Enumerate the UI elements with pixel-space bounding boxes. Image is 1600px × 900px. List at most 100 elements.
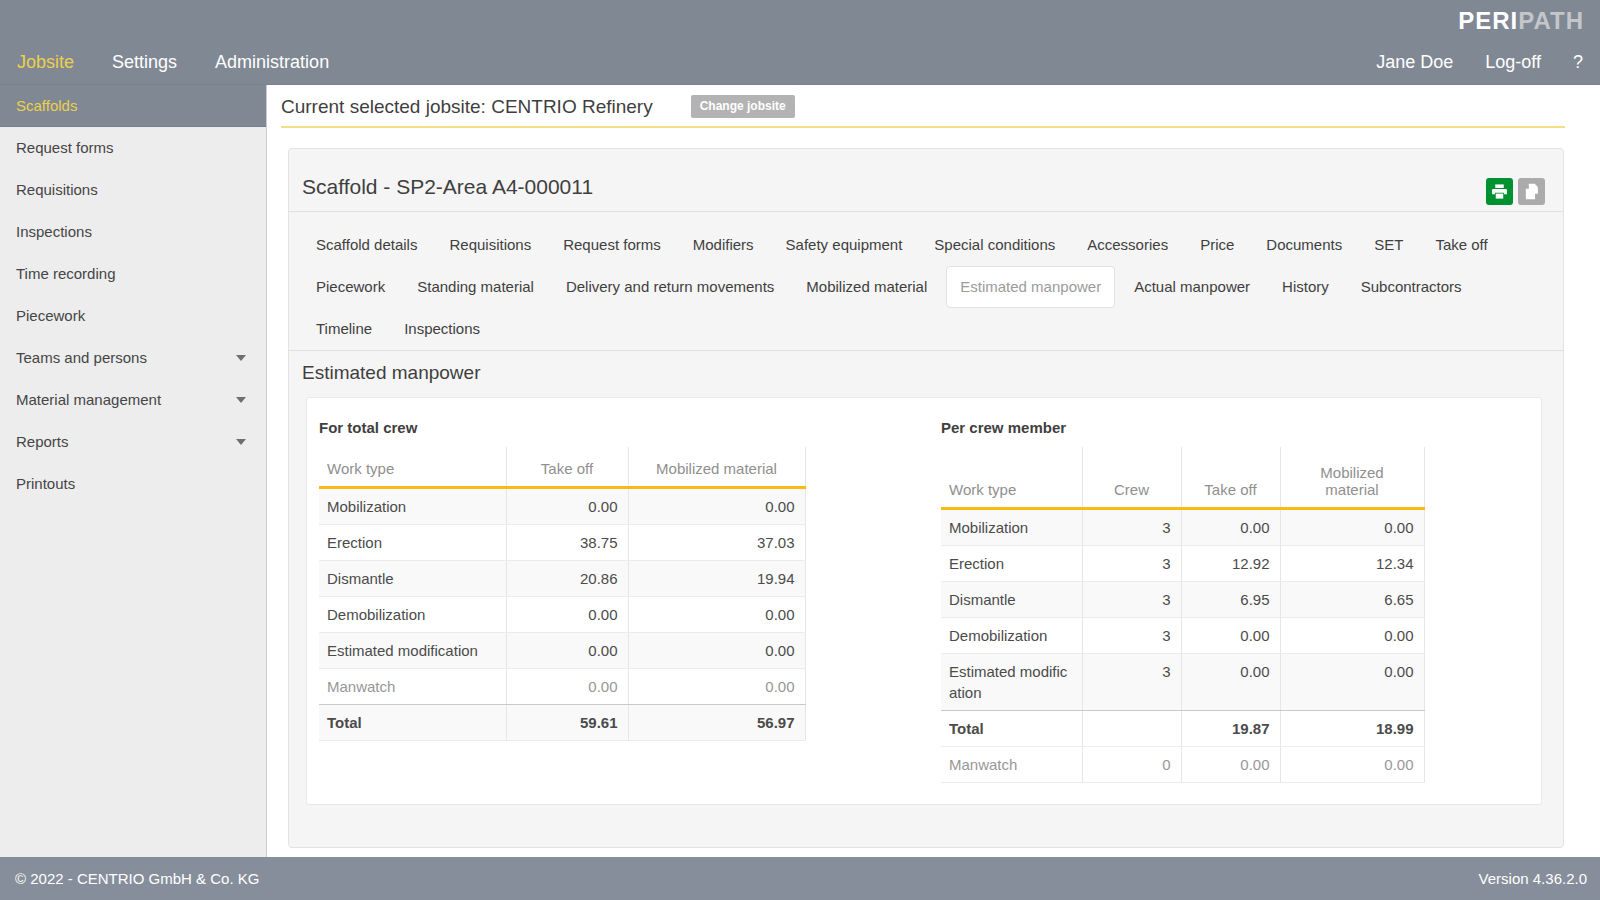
sidebar-item-request-forms[interactable]: Request forms <box>0 127 266 169</box>
sidebar-item-requisitions[interactable]: Requisitions <box>0 169 266 211</box>
table-row-dismantle: Dismantle36.956.65 <box>941 581 1424 617</box>
tabs-row: TimelineInspections <box>303 308 1549 350</box>
logoff-link[interactable]: Log-off <box>1485 52 1541 73</box>
change-jobsite-button[interactable]: Change jobsite <box>691 95 795 118</box>
tab-actual-manpower[interactable]: Actual manpower <box>1121 266 1263 308</box>
table-row-mobilization: Mobilization30.000.00 <box>941 508 1424 545</box>
chevron-down-icon <box>236 397 246 403</box>
logo-path: PATH <box>1518 7 1584 34</box>
value-cell: 37.03 <box>628 524 805 560</box>
work-type-cell: Mobilization <box>941 508 1082 545</box>
value-cell: 0.00 <box>1280 508 1424 545</box>
tabs: Scaffold detailsRequisitionsRequest form… <box>303 224 1549 350</box>
tab-request-forms[interactable]: Request forms <box>550 224 674 266</box>
nav-item-settings[interactable]: Settings <box>112 52 177 73</box>
value-cell: 0.00 <box>506 632 628 668</box>
top-bar: PERIPATH Jobsite Settings Administration J… <box>0 0 1600 85</box>
section-title: Estimated manpower <box>302 362 480 384</box>
nav-item-administration[interactable]: Administration <box>215 52 329 73</box>
column-header-mobilized-material: Mobilized material <box>628 447 805 487</box>
tab-safety-equipment[interactable]: Safety equipment <box>773 224 916 266</box>
scaffold-card: Scaffold - SP2-Area A4-000011 Scaffold d… <box>288 148 1564 848</box>
value-cell: 56.97 <box>628 704 805 740</box>
peripath-logo: PERIPATH <box>1458 7 1584 35</box>
tab-special-conditions[interactable]: Special conditions <box>921 224 1068 266</box>
sidebar-item-reports[interactable]: Reports <box>0 421 266 463</box>
card-actions <box>1486 178 1545 205</box>
table-row-mobilization: Mobilization0.000.00 <box>319 487 805 524</box>
user-name[interactable]: Jane Doe <box>1376 52 1453 73</box>
table-row-total: Total19.8718.99 <box>941 710 1424 746</box>
tab-delivery-and-return-movements[interactable]: Delivery and return movements <box>553 266 787 308</box>
tab-scaffold-details[interactable]: Scaffold details <box>303 224 430 266</box>
tab-history[interactable]: History <box>1269 266 1342 308</box>
column-header-work-type: Work type <box>319 447 506 487</box>
table-row-manwatch: Manwatch00.000.00 <box>941 746 1424 782</box>
work-type-cell: Dismantle <box>319 560 506 596</box>
tab-take-off[interactable]: Take off <box>1422 224 1500 266</box>
value-cell: 6.65 <box>1280 581 1424 617</box>
user-nav: Jane Doe Log-off? <box>1376 52 1583 73</box>
sidebar-item-printouts[interactable]: Printouts <box>0 463 266 505</box>
sidebar-item-scaffolds[interactable]: Scaffolds <box>0 85 266 127</box>
table-header-row: Work typeCrewTake offMobilized material <box>941 447 1424 508</box>
value-cell: 19.94 <box>628 560 805 596</box>
column-header-mobilized-material: Mobilized material <box>1280 447 1424 508</box>
tab-requisitions[interactable]: Requisitions <box>436 224 544 266</box>
print-button[interactable] <box>1486 178 1513 205</box>
work-type-cell: Erection <box>319 524 506 560</box>
copy-button[interactable] <box>1518 178 1545 205</box>
value-cell: 0.00 <box>628 596 805 632</box>
tab-timeline[interactable]: Timeline <box>303 308 385 350</box>
tab-subcontractors[interactable]: Subcontractors <box>1348 266 1475 308</box>
tab-price[interactable]: Price <box>1187 224 1247 266</box>
value-cell: 6.95 <box>1181 581 1280 617</box>
tab-piecework[interactable]: Piecework <box>303 266 398 308</box>
print-icon <box>1491 183 1508 200</box>
copyright-text: © 2022 - CENTRIO GmbH & Co. KG <box>15 870 259 887</box>
value-cell: 20.86 <box>506 560 628 596</box>
value-cell: 0.00 <box>1181 746 1280 782</box>
table-row-total: Total59.6156.97 <box>319 704 805 740</box>
sidebar-item-time-recording[interactable]: Time recording <box>0 253 266 295</box>
column-header-work-type: Work type <box>941 447 1082 508</box>
tab-accessories[interactable]: Accessories <box>1074 224 1181 266</box>
manpower-panel: For total crew Work typeTake offMobilize… <box>306 397 1542 805</box>
tab-modifiers[interactable]: Modifiers <box>680 224 767 266</box>
tab-estimated-manpower[interactable]: Estimated manpower <box>946 266 1115 308</box>
sidebar: ScaffoldsRequest formsRequisitionsInspec… <box>0 85 268 857</box>
sidebar-item-teams-and-persons[interactable]: Teams and persons <box>0 337 266 379</box>
work-type-cell: Mobilization <box>319 487 506 524</box>
per-crew-member-table: Work typeCrewTake offMobilized materialM… <box>941 447 1425 783</box>
value-cell: 0.00 <box>1181 508 1280 545</box>
tab-standing-material[interactable]: Standing material <box>404 266 547 308</box>
per-crew-member-heading: Per crew member <box>941 418 1424 438</box>
tab-mobilized-material[interactable]: Mobilized material <box>793 266 940 308</box>
value-cell: 0.00 <box>1181 653 1280 710</box>
footer: © 2022 - CENTRIO GmbH & Co. KG Version 4… <box>0 857 1600 900</box>
sidebar-item-material-management[interactable]: Material management <box>0 379 266 421</box>
value-cell: 0.00 <box>1181 617 1280 653</box>
nav-item-jobsite[interactable]: Jobsite <box>17 52 74 73</box>
table-row-estimated-modification: Estimated modification0.000.00 <box>319 632 805 668</box>
value-cell: 59.61 <box>506 704 628 740</box>
table-header-row: Work typeTake offMobilized material <box>319 447 805 487</box>
help-link[interactable]: ? <box>1573 52 1583 73</box>
tab-documents[interactable]: Documents <box>1253 224 1355 266</box>
copy-icon <box>1523 183 1540 200</box>
tab-inspections[interactable]: Inspections <box>391 308 493 350</box>
table-row-estimated-modification: Estimated modification30.000.00 <box>941 653 1424 710</box>
tabs-divider <box>289 350 1563 351</box>
table-row-erection: Erection312.9212.34 <box>941 545 1424 581</box>
work-type-cell: Total <box>319 704 506 740</box>
per-crew-member-column: Per crew member Work typeCrewTake offMob… <box>941 418 1424 783</box>
tab-set[interactable]: SET <box>1361 224 1416 266</box>
work-type-cell: Demobilization <box>941 617 1082 653</box>
value-cell: 0.00 <box>1280 617 1424 653</box>
table-row-dismantle: Dismantle20.8619.94 <box>319 560 805 596</box>
chevron-down-icon <box>236 439 246 445</box>
tabs-row: PieceworkStanding materialDelivery and r… <box>303 266 1549 308</box>
sidebar-item-piecework[interactable]: Piecework <box>0 295 266 337</box>
main-content: Current selected jobsite: CENTRIO Refine… <box>267 85 1600 857</box>
sidebar-item-inspections[interactable]: Inspections <box>0 211 266 253</box>
